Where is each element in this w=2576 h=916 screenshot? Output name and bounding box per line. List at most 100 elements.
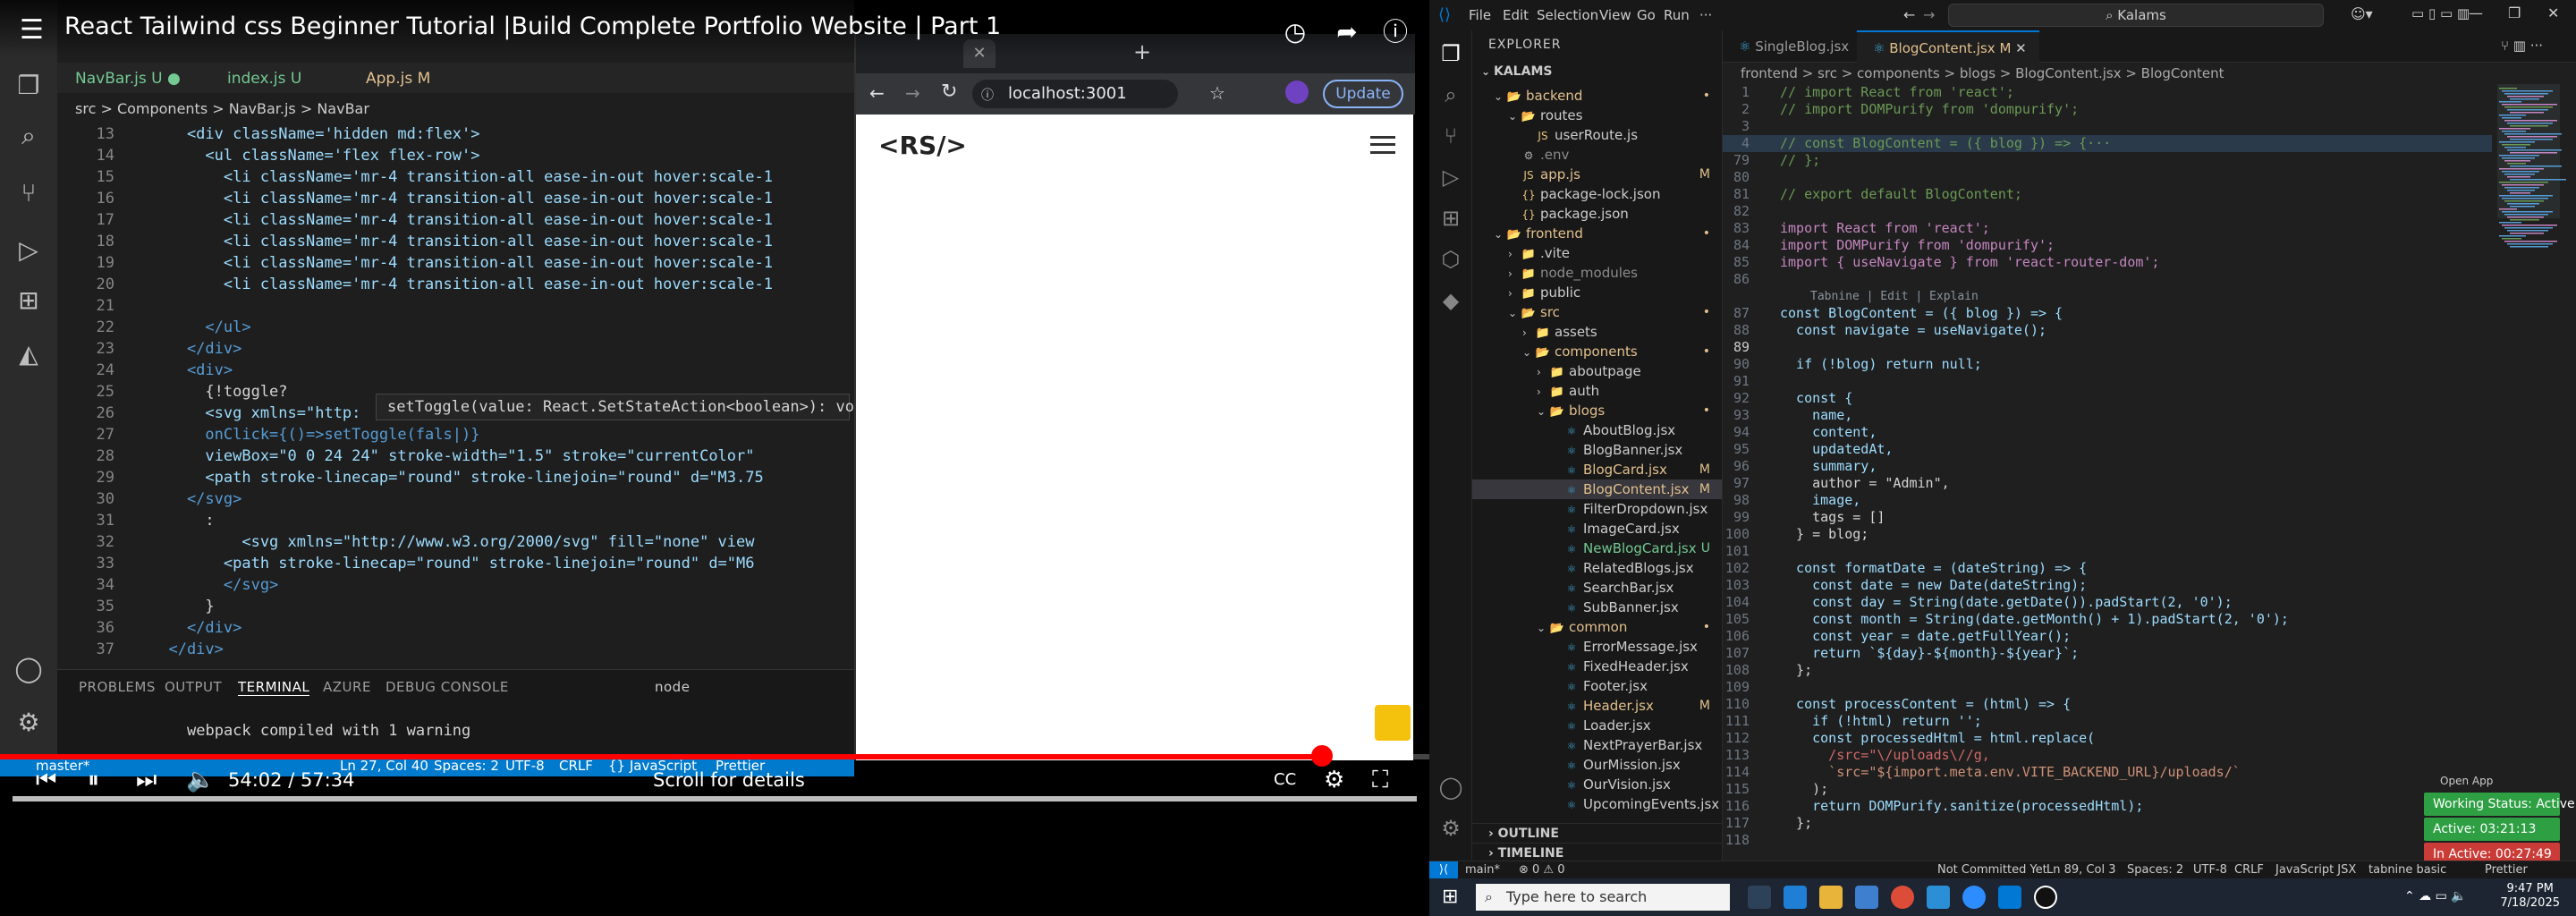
tree-folder[interactable]: ⌄ 📂 routes [1472, 106, 1722, 125]
pause-icon[interactable]: ⏸ [88, 762, 99, 798]
menu-more[interactable]: ··· [1699, 7, 1712, 23]
tree-file[interactable]: {} package.json [1472, 204, 1722, 224]
tree-file[interactable]: ⚛ ImageCard.jsx [1472, 519, 1722, 539]
file-explorer-icon[interactable] [1819, 886, 1843, 909]
status-commit[interactable]: Not Committed Yet [1937, 861, 2047, 879]
taskbar-search[interactable]: ⌕ Type here to search [1476, 884, 1730, 911]
tree-file[interactable]: ⚛ Footer.jsx [1472, 676, 1722, 696]
seek-bar[interactable] [13, 796, 1417, 802]
tabnine-icon[interactable]: ◆ [1438, 288, 1463, 313]
layout-icons[interactable]: ▭ ▯ ▭ ▥ [2411, 5, 2470, 21]
tree-folder[interactable]: › 📁 aboutpage [1472, 361, 1722, 381]
menu-edit[interactable]: Edit [1503, 7, 1529, 23]
tree-file[interactable]: ⚛ Loader.jsx [1472, 716, 1722, 735]
minimize-icon[interactable]: — [2469, 4, 2483, 21]
minimap[interactable] [2492, 84, 2576, 861]
status-cursor[interactable]: Ln 89, Col 3 [2046, 861, 2115, 879]
open-app-link[interactable]: Open App [2431, 769, 2493, 793]
tree-folder[interactable]: ⌄ 📂 blogs • [1472, 401, 1722, 420]
vscode-taskbar-icon[interactable] [1998, 886, 2021, 909]
tree-file[interactable]: ⚛ Header.jsx M [1472, 696, 1722, 716]
command-center-search[interactable]: ⌕ Kalams [1948, 4, 2324, 27]
tree-file[interactable]: ⚛ AboutBlog.jsx [1472, 420, 1722, 440]
run-debug-icon[interactable]: ▷ [1438, 165, 1463, 190]
menu-file[interactable]: File [1469, 7, 1491, 23]
remote-icon[interactable]: ⬡ [1438, 247, 1463, 272]
tree-file[interactable]: ⚛ RelatedBlogs.jsx [1472, 558, 1722, 578]
tree-folder[interactable]: › 📁 public [1472, 283, 1722, 302]
tree-file[interactable]: ⚛ UpcomingEvents.jsx [1472, 794, 1722, 814]
tree-folder[interactable]: ⌄ 📂 common • [1472, 617, 1722, 637]
outline-section[interactable]: › OUTLINE [1472, 823, 1722, 843]
menu-run[interactable]: Run [1664, 7, 1690, 23]
video-progress-bar[interactable] [0, 754, 1429, 759]
restore-icon[interactable]: ❐ [2508, 4, 2521, 21]
tree-folder[interactable]: › 📁 .vite [1472, 243, 1722, 263]
status-tabnine[interactable]: tabnine basic [2368, 861, 2446, 879]
search-icon[interactable]: ⌕ [1438, 82, 1463, 107]
tree-file[interactable]: ⚛ OurVision.jsx [1472, 775, 1722, 794]
tree-file[interactable]: JS app.js M [1472, 165, 1722, 184]
tree-file[interactable]: {} package-lock.json [1472, 184, 1722, 204]
playlist-icon[interactable]: ☰ [20, 14, 44, 46]
app-icon[interactable] [1927, 886, 1950, 909]
status-language[interactable]: JavaScript JSX [2275, 861, 2356, 879]
chrome-icon[interactable] [1891, 886, 1914, 909]
tree-file[interactable]: ⚛ BlogContent.jsx M [1472, 479, 1722, 499]
extensions-icon[interactable]: ⊞ [1438, 206, 1463, 231]
account-icon[interactable]: ◯ [1438, 775, 1463, 800]
tree-file[interactable]: ⚛ SubBanner.jsx [1472, 598, 1722, 617]
explorer-icon[interactable]: ❐ [1438, 41, 1463, 66]
tree-folder[interactable]: ⌄ 📂 src • [1472, 302, 1722, 322]
share-icon[interactable]: ➦ [1331, 16, 1363, 48]
tree-file[interactable]: ⚛ FilterDropdown.jsx [1472, 499, 1722, 519]
settings-gear-icon[interactable]: ⚙ [1438, 816, 1463, 841]
status-eol[interactable]: CRLF [2234, 861, 2264, 879]
info-icon[interactable]: ⓘ [1379, 16, 1411, 48]
edge-icon[interactable] [1784, 886, 1807, 909]
status-branch[interactable]: main* [1465, 861, 1500, 879]
tray-icons[interactable]: ⌃ ☁ ▭ 🔈 [2404, 889, 2467, 903]
watch-later-icon[interactable]: ◷ [1279, 16, 1311, 48]
video-player[interactable]: ❐ ⌕ ⑂ ▷ ⊞ ◭ ◯ ⚙ NavBar.js U ● index.js U… [0, 0, 1429, 916]
tab-blogcontent[interactable]: ⚛ BlogContent.jsx M ✕ [1857, 30, 2039, 63]
code-editor[interactable]: 1 // import React from 'react'; 2 // import… [1723, 84, 2492, 861]
menu-go[interactable]: Go [1637, 7, 1656, 23]
close-icon[interactable]: ✕ [2547, 4, 2559, 21]
tree-file[interactable]: ⚛ ErrorMessage.jsx [1472, 637, 1722, 657]
tree-file[interactable]: ⚛ SearchBar.jsx [1472, 578, 1722, 598]
taskbar-clock[interactable]: 9:47 PM 7/18/2025 [2500, 882, 2560, 911]
captions-icon[interactable]: CC [1274, 762, 1296, 798]
timeline-section[interactable]: › TIMELINE [1472, 843, 1722, 861]
tree-folder[interactable]: ⌄ 📂 frontend • [1472, 224, 1722, 243]
status-encoding[interactable]: UTF-8 [2193, 861, 2227, 879]
menu-view[interactable]: View [1599, 7, 1631, 23]
tree-file[interactable]: ⚛ NewBlogCard.jsx U [1472, 539, 1722, 558]
working-status-pill[interactable]: Working Status: Active [2424, 793, 2575, 816]
tab-singleblog[interactable]: ⚛ SingleBlog.jsx [1723, 30, 1857, 63]
windows-start-icon[interactable]: ⊞ [1442, 886, 1458, 908]
tree-file[interactable]: ⚛ BlogCard.jsx M [1472, 460, 1722, 479]
tabnine-codelens[interactable]: Tabnine | Edit | Explain [1723, 288, 1979, 305]
fullscreen-icon[interactable]: ⛶ [1372, 762, 1388, 798]
tree-file[interactable]: ⚛ BlogBanner.jsx [1472, 440, 1722, 460]
project-root[interactable]: ⌄ KALAMS [1481, 64, 1552, 79]
tree-folder[interactable]: ⌄ 📂 components • [1472, 342, 1722, 361]
volume-icon[interactable]: 🔈 [186, 762, 215, 798]
video-settings-icon[interactable]: ⚙ [1324, 762, 1344, 798]
status-prettier[interactable]: Prettier [2485, 861, 2528, 879]
nav-back-icon[interactable]: ← [1903, 6, 1915, 23]
tree-file[interactable]: ⚛ OurMission.jsx [1472, 755, 1722, 775]
previous-icon[interactable]: ⏮ [36, 762, 56, 798]
tree-folder[interactable]: › 📁 assets [1472, 322, 1722, 342]
tree-file[interactable]: ⚛ NextPrayerBar.jsx [1472, 735, 1722, 755]
scroll-hint[interactable]: Scroll for details [653, 769, 805, 791]
source-control-icon[interactable]: ⑂ [1438, 123, 1463, 148]
nav-forward-icon[interactable]: → [1923, 6, 1935, 23]
tree-folder[interactable]: › 📁 auth [1472, 381, 1722, 401]
editor-actions-icons[interactable]: ⑂ ▥ ··· [2501, 38, 2543, 54]
app-icon-2[interactable] [2034, 886, 2057, 909]
remote-indicator-icon[interactable]: ⟩⟨ [1429, 861, 1458, 879]
status-problems[interactable]: ⊗ 0 ⚠ 0 [1519, 861, 1565, 879]
task-view-icon[interactable] [1748, 886, 1771, 909]
